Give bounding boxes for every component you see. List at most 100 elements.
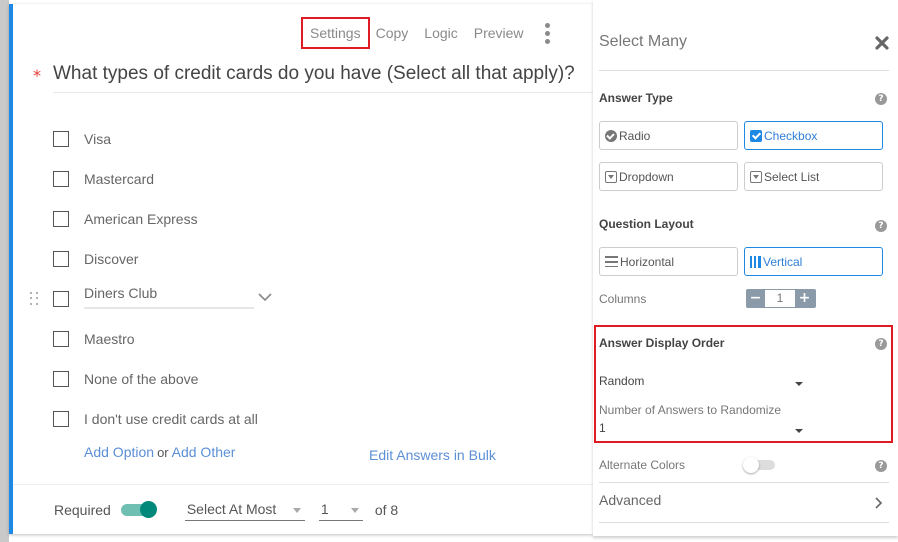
option-checkbox[interactable] <box>53 211 69 227</box>
option-checkbox[interactable] <box>53 411 69 427</box>
display-order-select[interactable]: Random <box>599 374 803 392</box>
copy-link[interactable]: Copy <box>368 19 417 47</box>
question-text[interactable]: What types of credit cards do you have (… <box>53 60 593 93</box>
caret-down-icon <box>795 382 803 386</box>
panel-title: Select Many <box>599 33 688 50</box>
layout-label: Horizontal <box>620 254 675 269</box>
answer-type-label: Select List <box>764 169 820 184</box>
question-footer: Required Select At Most 1 of 8 <box>54 498 398 522</box>
answer-option: None of the above <box>13 359 593 399</box>
alternate-colors-label: Alternate Colors <box>599 458 686 472</box>
more-options-icon[interactable] <box>538 19 558 47</box>
answer-type-label: Radio <box>619 128 651 143</box>
option-label[interactable]: Maestro <box>84 331 135 347</box>
page-gutter <box>0 0 9 542</box>
help-icon[interactable]: ? <box>875 338 887 350</box>
minus-icon[interactable]: − <box>746 289 765 308</box>
or-text: or <box>157 445 169 460</box>
add-other-link[interactable]: Add Other <box>172 444 236 460</box>
select-mode-dropdown[interactable]: Select At Most <box>184 499 305 521</box>
settings-link[interactable]: Settings <box>301 17 370 49</box>
answer-option: Discover <box>13 239 593 279</box>
radio-check-icon <box>605 129 617 142</box>
question-header: * What types of credit cards do you have… <box>33 60 593 93</box>
select-list-icon <box>750 170 762 183</box>
answer-option: I don't use credit cards at all <box>13 399 593 439</box>
answer-option: Mastercard <box>13 159 593 199</box>
option-label[interactable]: None of the above <box>84 371 198 387</box>
drag-handle-icon[interactable] <box>30 292 40 306</box>
option-checkbox[interactable] <box>53 291 69 307</box>
footer-divider <box>13 484 593 485</box>
randomize-count-value: 1 <box>599 421 606 435</box>
answer-option-active: Diners Club <box>13 279 593 319</box>
advanced-section-toggle[interactable]: Advanced <box>599 492 661 508</box>
option-checkbox[interactable] <box>53 251 69 267</box>
preview-link[interactable]: Preview <box>466 19 532 47</box>
close-icon[interactable] <box>875 36 889 50</box>
answer-type-label: Checkbox <box>764 128 818 143</box>
answer-type-select-list[interactable]: Select List <box>744 162 883 191</box>
question-toolbar: Settings Copy Logic Preview <box>301 17 558 49</box>
option-label-input[interactable]: Diners Club <box>84 285 254 309</box>
answer-type-heading: Answer Type <box>599 91 673 105</box>
columns-value[interactable]: 1 <box>765 290 795 307</box>
dropdown-icon <box>605 170 617 183</box>
option-checkbox[interactable] <box>53 131 69 147</box>
answer-type-radio[interactable]: Radio <box>599 121 738 150</box>
answer-option: Maestro <box>13 319 593 359</box>
columns-label: Columns <box>599 292 647 306</box>
answer-options-list: Visa Mastercard American Express Discove… <box>13 119 593 439</box>
caret-down-icon <box>292 508 301 513</box>
edit-answers-bulk-link[interactable]: Edit Answers in Bulk <box>369 447 496 463</box>
chevron-down-icon[interactable] <box>257 289 273 305</box>
answer-type-checkbox[interactable]: Checkbox <box>744 121 883 150</box>
caret-down-icon <box>795 429 803 433</box>
option-label[interactable]: Mastercard <box>84 171 154 187</box>
horizontal-bars-icon <box>605 256 618 267</box>
select-count-value: 1 <box>320 501 329 517</box>
randomize-count-label: Number of Answers to Randomize <box>599 403 782 417</box>
option-checkbox[interactable] <box>53 331 69 347</box>
chevron-right-icon[interactable] <box>873 496 883 510</box>
required-toggle[interactable] <box>120 501 157 518</box>
panel-divider <box>599 522 889 523</box>
answer-option: American Express <box>13 199 593 239</box>
settings-panel: Select Many Answer Type ? Radio Checkbox… <box>593 0 898 536</box>
select-count-dropdown[interactable]: 1 <box>318 499 363 521</box>
plus-icon[interactable]: + <box>795 289 814 308</box>
caret-down-icon <box>350 508 359 513</box>
panel-divider <box>599 482 889 483</box>
layout-vertical[interactable]: Vertical <box>744 247 883 276</box>
add-option-link[interactable]: Add Option <box>84 444 154 460</box>
help-icon[interactable]: ? <box>875 93 887 105</box>
option-label[interactable]: American Express <box>84 211 198 227</box>
vertical-bars-icon <box>750 255 761 268</box>
option-label[interactable]: I don't use credit cards at all <box>84 411 258 427</box>
answer-display-order-heading: Answer Display Order <box>599 336 725 350</box>
option-label[interactable]: Visa <box>84 131 111 147</box>
help-icon[interactable]: ? <box>875 220 887 232</box>
answer-type-dropdown[interactable]: Dropdown <box>599 162 738 191</box>
layout-label: Vertical <box>763 254 803 269</box>
answer-type-label: Dropdown <box>619 169 674 184</box>
option-label[interactable]: Discover <box>84 251 138 267</box>
display-order-value: Random <box>599 374 645 388</box>
add-option-row: Add Option or Add Other <box>84 444 235 460</box>
question-layout-heading: Question Layout <box>599 217 694 231</box>
randomize-count-select[interactable]: 1 <box>599 421 803 439</box>
alternate-colors-toggle[interactable] <box>743 457 775 473</box>
required-label: Required <box>54 502 111 518</box>
checkbox-icon <box>750 129 762 142</box>
option-checkbox[interactable] <box>53 371 69 387</box>
logic-link[interactable]: Logic <box>416 19 465 47</box>
required-marker: * <box>33 66 41 85</box>
option-checkbox[interactable] <box>53 171 69 187</box>
help-icon[interactable]: ? <box>875 460 887 472</box>
question-card: Settings Copy Logic Preview * What types… <box>9 4 593 534</box>
layout-horizontal[interactable]: Horizontal <box>599 247 738 276</box>
select-mode-value: Select At Most <box>186 501 277 517</box>
panel-divider <box>599 70 889 71</box>
columns-stepper: − 1 + <box>746 289 816 308</box>
answer-option: Visa <box>13 119 593 159</box>
